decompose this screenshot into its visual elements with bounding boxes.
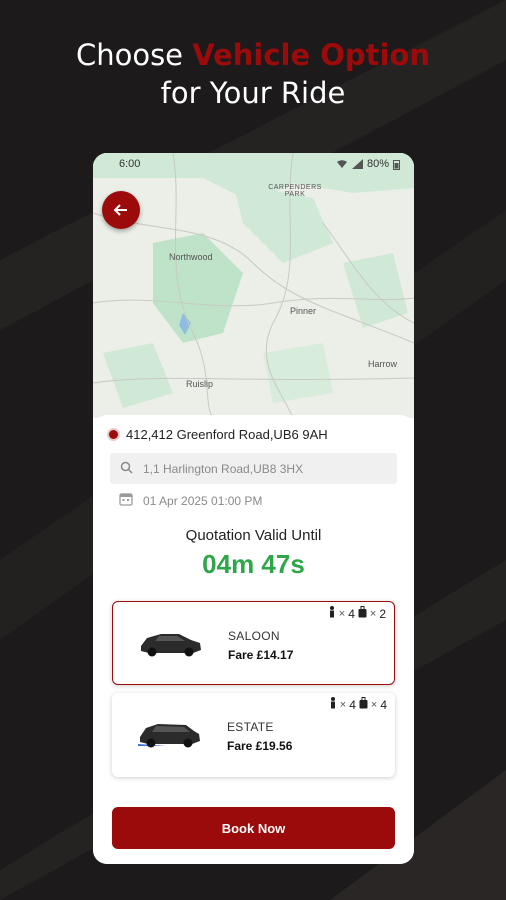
capacity-info: × 4 × 4 <box>329 697 387 712</box>
passenger-count: 4 <box>349 697 356 712</box>
quotation-timer: 04m 47s <box>202 549 305 579</box>
estate-car-image <box>136 717 202 754</box>
passenger-count: 4 <box>348 606 355 621</box>
luggage-icon <box>358 606 367 621</box>
map-label-park: CARPENDERS PARK <box>268 184 322 198</box>
headline-accent: Vehicle Option <box>192 38 431 72</box>
map-label-harrow: Harrow <box>368 359 398 369</box>
datetime-row[interactable]: 01 Apr 2025 01:00 PM <box>119 492 262 509</box>
luggage-icon <box>359 697 368 712</box>
luggage-count: 2 <box>379 606 386 621</box>
search-icon <box>120 461 133 477</box>
person-icon <box>329 697 337 712</box>
dropoff-address: 1,1 Harlington Road,UB8 3HX <box>143 461 304 476</box>
vehicle-fare: Fare £19.56 <box>227 739 293 753</box>
status-icons: 80% <box>336 158 400 170</box>
headline: Choose Vehicle Option for Your Ride <box>0 36 506 112</box>
map-label-northwood: Northwood <box>169 252 213 262</box>
wifi-icon <box>336 159 348 169</box>
pickup-dot-icon <box>109 430 118 439</box>
saloon-car-image <box>137 626 203 663</box>
vehicle-card-saloon[interactable]: × 4 × 2 SALOON Fare £14.17 <box>112 601 395 685</box>
status-bar: 6:00 80% <box>93 153 414 175</box>
map-label-pinner: Pinner <box>290 306 317 316</box>
battery-label: 80% <box>366 158 389 170</box>
headline-line2: for Your Ride <box>160 76 346 110</box>
pickup-address: 412,412 Greenford Road,UB6 9AH <box>126 427 328 442</box>
quotation-label: Quotation Valid Until <box>185 527 322 544</box>
vehicle-name: ESTATE <box>227 720 274 734</box>
booking-sheet: 412,412 Greenford Road,UB6 9AH 1,1 Harli… <box>93 415 414 864</box>
back-button[interactable] <box>102 191 140 229</box>
calendar-icon <box>119 492 133 509</box>
dropoff-field[interactable]: 1,1 Harlington Road,UB8 3HX <box>110 453 397 484</box>
map-view[interactable]: 6:00 80% CARPENDERS PARK Northwood Pinne… <box>93 153 414 418</box>
battery-icon <box>393 159 400 170</box>
phone-screen: 6:00 80% CARPENDERS PARK Northwood Pinne… <box>93 153 414 864</box>
status-time: 6:00 <box>119 158 141 170</box>
book-now-button[interactable]: Book Now <box>112 807 395 849</box>
times-sign: × <box>339 698 347 711</box>
luggage-count: 4 <box>380 697 387 712</box>
times-sign: × <box>370 698 378 711</box>
person-icon <box>328 606 336 621</box>
times-sign: × <box>338 607 346 620</box>
signal-icon <box>351 159 363 169</box>
datetime-value: 01 Apr 2025 01:00 PM <box>143 493 263 508</box>
back-arrow-icon <box>114 204 128 216</box>
capacity-info: × 4 × 2 <box>328 606 386 621</box>
headline-plain: Choose <box>75 38 193 72</box>
vehicle-fare: Fare £14.17 <box>228 648 294 662</box>
vehicle-card-estate[interactable]: × 4 × 4 ESTATE Fare £19.56 <box>112 693 395 777</box>
vehicle-name: SALOON <box>228 629 280 643</box>
pickup-row[interactable]: 412,412 Greenford Road,UB6 9AH <box>109 427 328 442</box>
times-sign: × <box>369 607 377 620</box>
map-label-ruislip: Ruislip <box>186 379 214 389</box>
